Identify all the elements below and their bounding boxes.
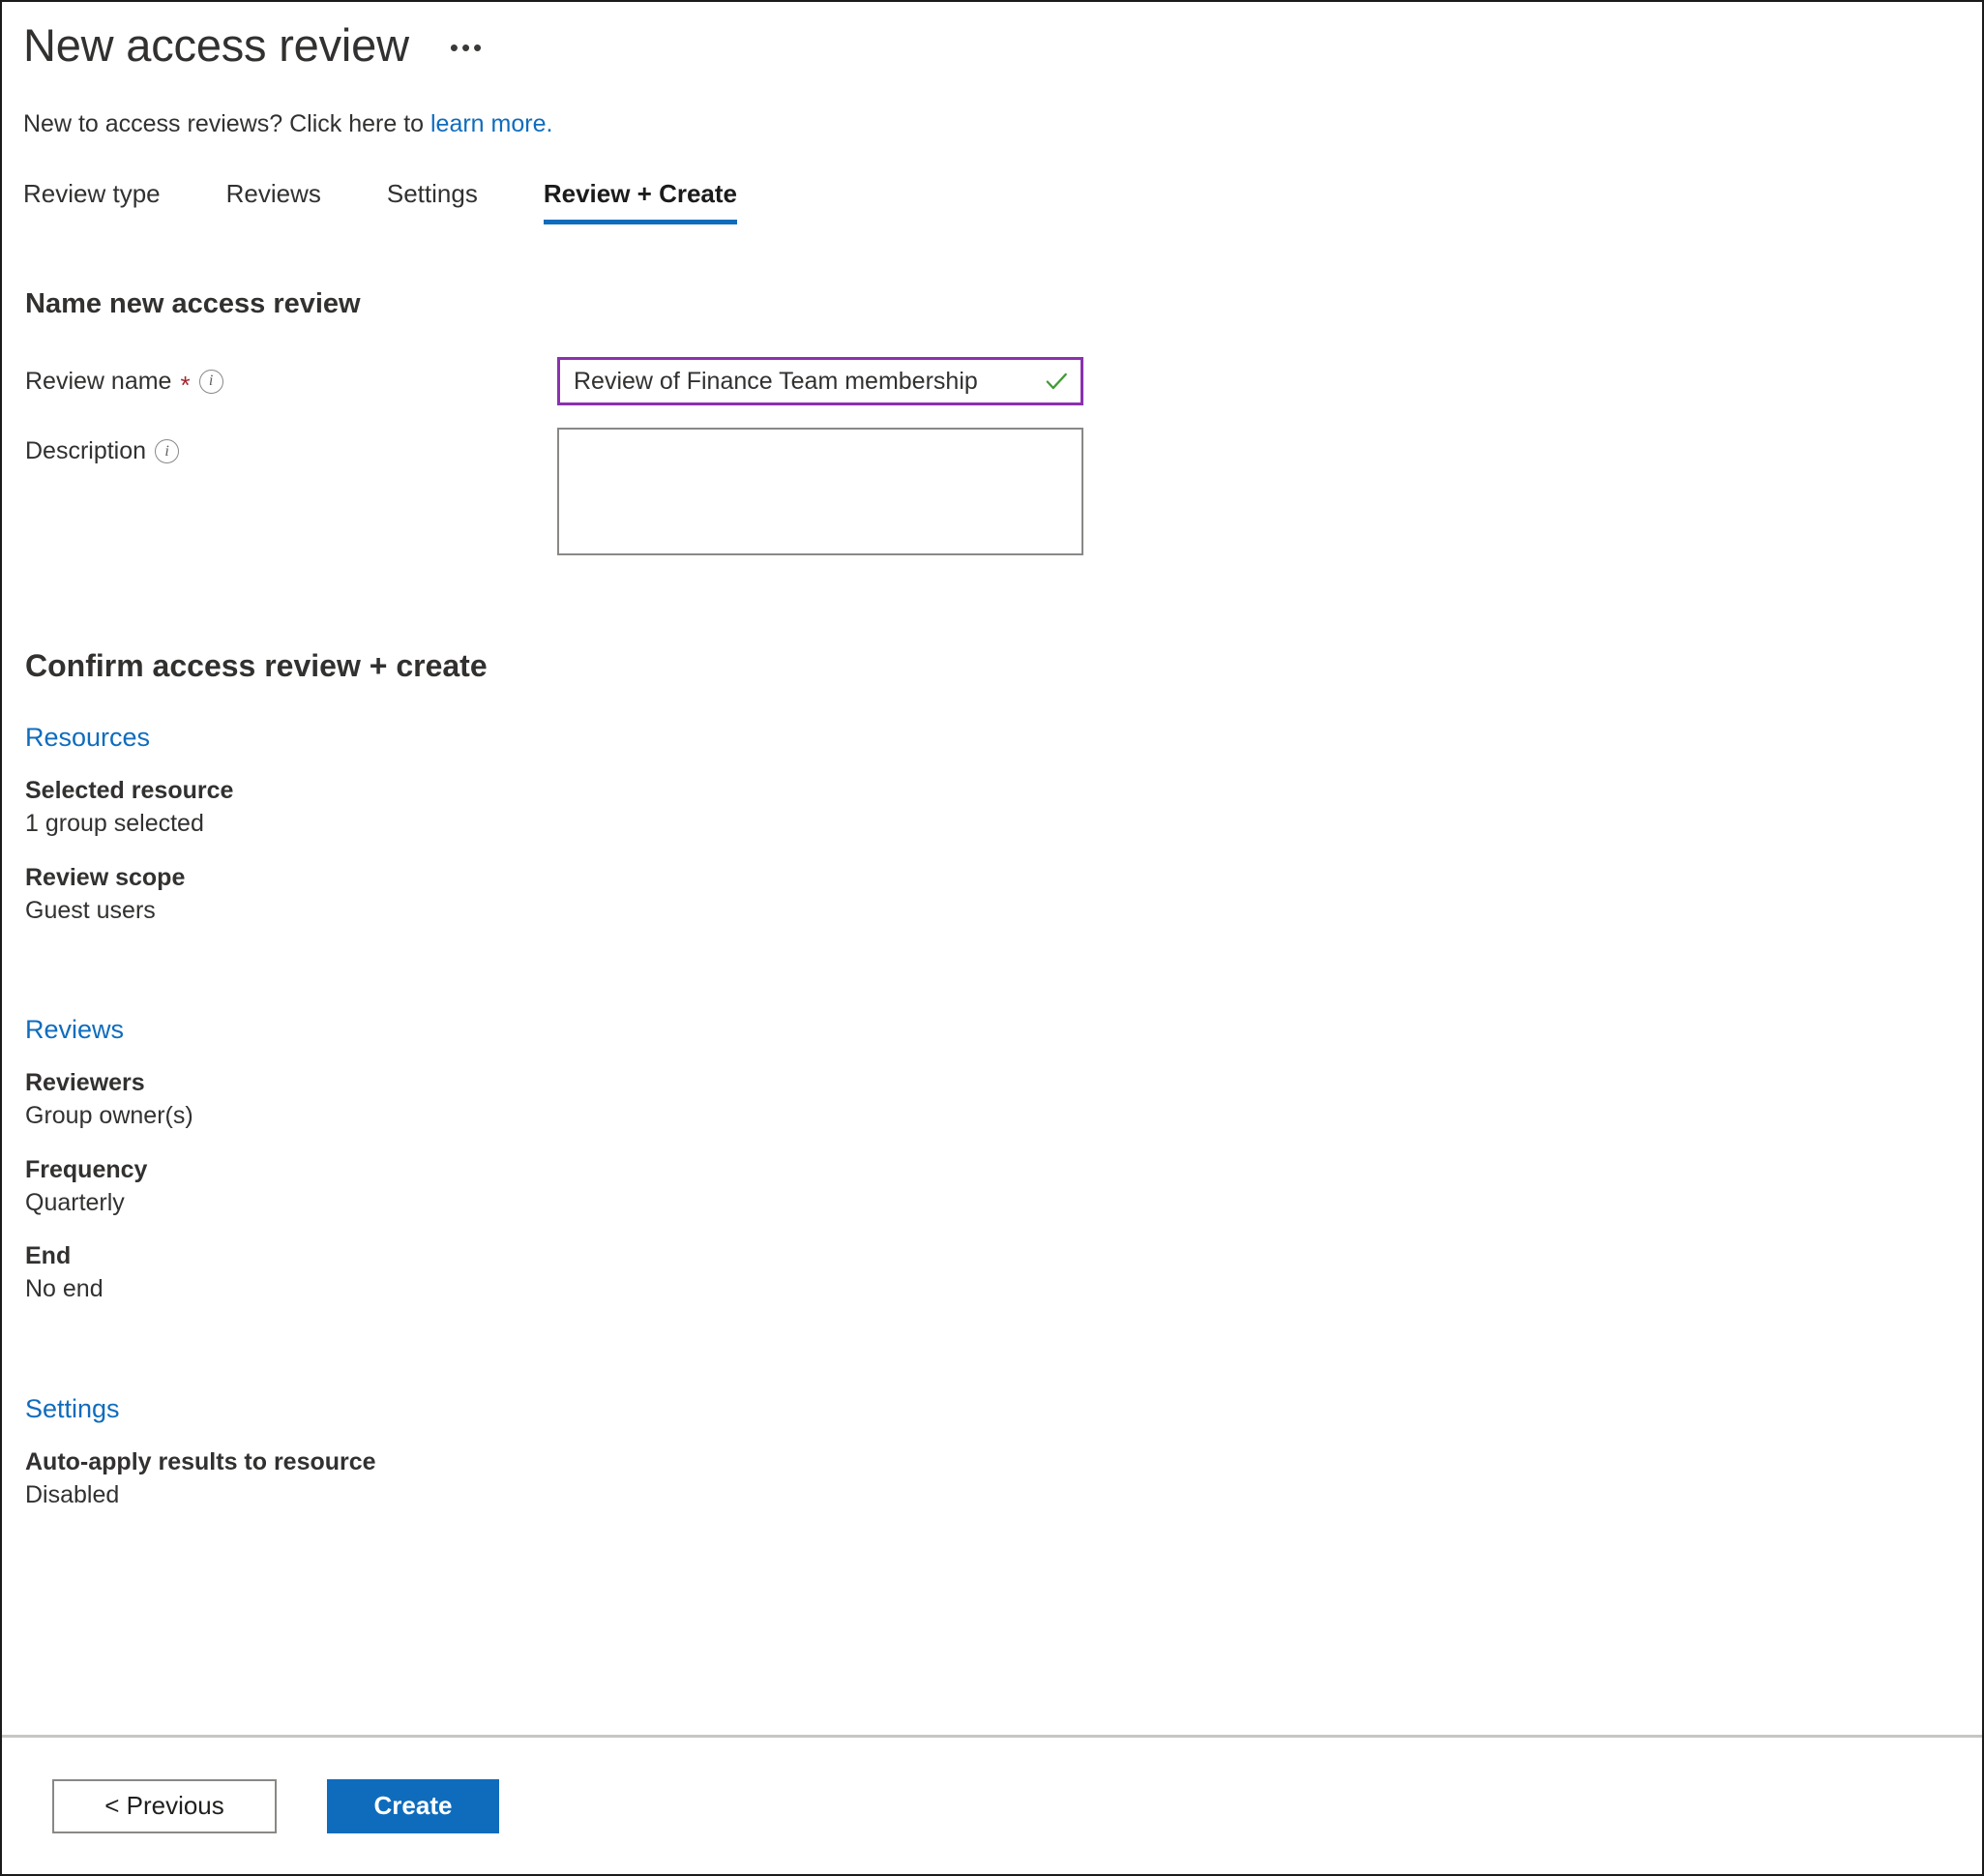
review-name-label: Review name: [25, 367, 172, 395]
blade-content: New access review ••• New to access revi…: [2, 2, 1982, 1735]
summary-value: No end: [25, 1275, 104, 1303]
reviews-group: Reviews Reviewers Group owner(s) Frequen…: [2, 926, 1982, 1305]
summary-key: End: [25, 1242, 72, 1270]
summary-value: 1 group selected: [25, 810, 204, 838]
wizard-footer: < Previous Create: [2, 1735, 1982, 1874]
summary-item: Selected resource 1 group selected: [25, 753, 1982, 840]
settings-link[interactable]: Settings: [25, 1355, 120, 1424]
summary-value: Guest users: [25, 896, 156, 924]
learn-more-prefix: New to access reviews? Click here to: [23, 110, 430, 138]
info-icon[interactable]: i: [155, 439, 180, 464]
review-name-label-group: Review name * i: [25, 357, 557, 398]
wizard-tablist: Review type Reviews Settings Review + Cr…: [2, 138, 1982, 225]
tab-settings[interactable]: Settings: [354, 179, 511, 224]
summary-key: Auto-apply results to resource: [25, 1447, 376, 1475]
description-label-group: Description i: [25, 428, 557, 465]
title-row: New access review •••: [2, 2, 1982, 72]
tab-reviews[interactable]: Reviews: [193, 179, 354, 224]
summary-value: Group owner(s): [25, 1102, 193, 1130]
review-name-input[interactable]: [560, 360, 1081, 403]
summary-value: Disabled: [25, 1480, 120, 1508]
summary-item: Frequency Quarterly: [25, 1132, 1982, 1219]
summary-item: Reviewers Group owner(s): [25, 1045, 1982, 1132]
name-section-heading: Name new access review: [25, 288, 361, 320]
settings-group: Settings Auto-apply results to resource …: [2, 1305, 1982, 1511]
summary-item: End No end: [25, 1218, 1982, 1305]
summary-key: Frequency: [25, 1155, 148, 1183]
name-form: Review name * i Description i: [2, 320, 1982, 556]
create-button[interactable]: Create: [327, 1778, 499, 1833]
summary-value: Quarterly: [25, 1188, 125, 1216]
new-access-review-blade: New access review ••• New to access revi…: [0, 0, 1984, 1876]
summary-item: Review scope Guest users: [25, 840, 1982, 927]
reviews-link[interactable]: Reviews: [25, 976, 124, 1045]
learn-more-text: New to access reviews? Click here to lea…: [2, 72, 1982, 138]
review-name-row: Review name * i: [25, 357, 1982, 406]
summary-item: Auto-apply results to resource Disabled: [25, 1424, 1982, 1511]
summary-key: Reviewers: [25, 1069, 145, 1097]
more-options-icon[interactable]: •••: [444, 25, 490, 66]
page-title: New access review: [23, 19, 409, 71]
tab-review-type[interactable]: Review type: [23, 179, 193, 224]
description-label: Description: [25, 437, 147, 465]
summary-key: Selected resource: [25, 777, 234, 805]
previous-button[interactable]: < Previous: [52, 1778, 277, 1833]
description-row: Description i: [25, 428, 1982, 556]
resources-group: Resources Selected resource 1 group sele…: [2, 684, 1982, 926]
confirm-section-heading: Confirm access review + create: [25, 648, 488, 684]
description-textarea[interactable]: [557, 428, 1083, 556]
required-indicator: *: [180, 371, 191, 401]
review-name-input-wrap: [557, 357, 1083, 406]
info-icon[interactable]: i: [198, 369, 223, 394]
learn-more-link[interactable]: learn more.: [430, 110, 552, 137]
summary-key: Review scope: [25, 863, 186, 891]
resources-link[interactable]: Resources: [25, 684, 150, 753]
tab-review-and-create[interactable]: Review + Create: [511, 179, 770, 225]
